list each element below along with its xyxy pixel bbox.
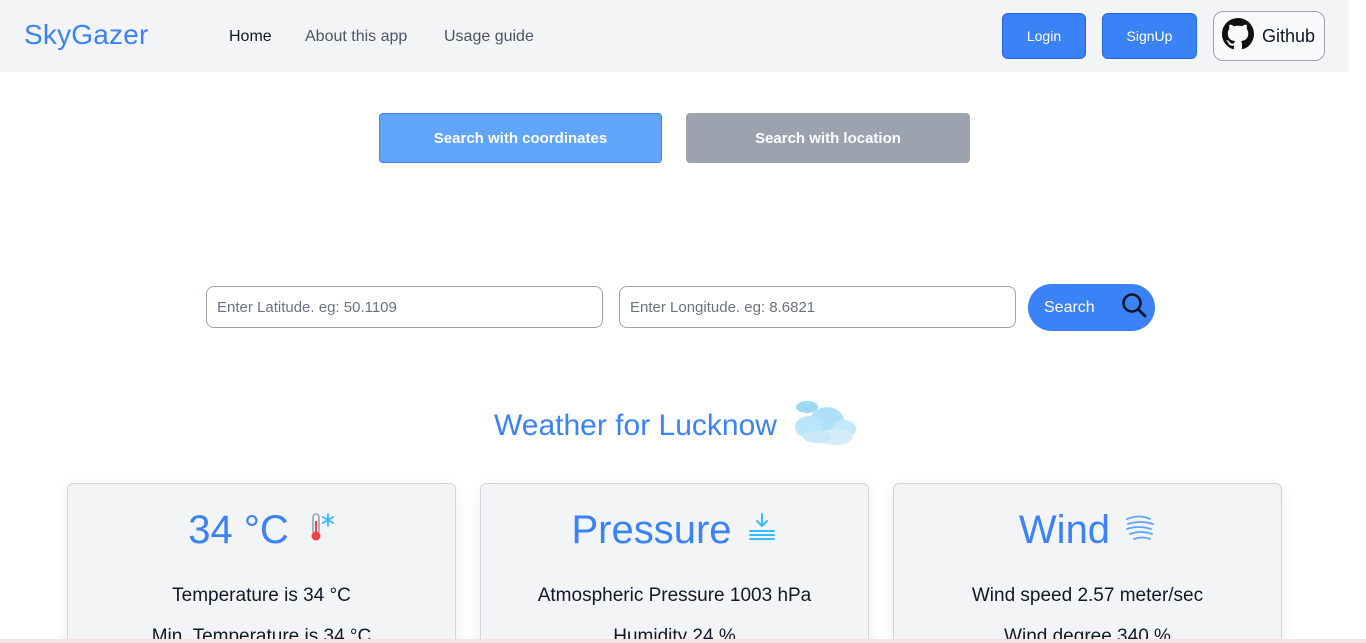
thermometer-snowflake-icon — [303, 508, 335, 553]
latitude-input[interactable] — [206, 286, 603, 328]
temperature-card-title: 34 °C — [188, 508, 289, 552]
temperature-card: 34 °C Temperature is 34 °C Min. Temperat… — [67, 483, 456, 643]
signup-button[interactable]: SignUp — [1102, 13, 1197, 59]
cloud-icon — [791, 395, 859, 457]
wind-speed-line: Wind speed 2.57 meter/sec — [971, 585, 1204, 606]
nav-about-link[interactable]: About this app — [305, 28, 407, 46]
weather-heading: Weather for Lucknow — [494, 395, 859, 457]
nav-usage-guide-link[interactable]: Usage guide — [444, 28, 534, 46]
longitude-input[interactable] — [619, 286, 1016, 328]
brand-logo[interactable]: SkyGazer — [24, 19, 149, 51]
nav-home-link[interactable]: Home — [229, 28, 272, 46]
bottom-strip — [0, 639, 1366, 643]
search-button-label: Search — [1044, 298, 1095, 316]
search-with-location-button[interactable]: Search with location — [686, 113, 970, 163]
atmospheric-pressure-line: Atmospheric Pressure 1003 hPa — [537, 585, 812, 606]
wind-card: Wind Wind speed 2.57 meter/sec Wind degr… — [893, 483, 1282, 643]
navbar: SkyGazer Home About this app Usage guide… — [0, 0, 1349, 72]
github-icon — [1222, 17, 1254, 55]
weather-heading-text: Weather for Lucknow — [494, 409, 777, 442]
search-with-coordinates-button[interactable]: Search with coordinates — [379, 113, 662, 163]
search-button[interactable]: Search — [1028, 284, 1155, 331]
github-button[interactable]: Github — [1213, 11, 1325, 61]
pressure-gauge-icon — [746, 508, 778, 553]
wind-icon — [1124, 508, 1156, 553]
github-label: Github — [1262, 25, 1316, 46]
wind-card-title: Wind — [1018, 508, 1111, 552]
pressure-card: Pressure Atmospheric Pressure 1003 hPa H… — [480, 483, 869, 643]
login-button[interactable]: Login — [1002, 13, 1086, 59]
temperature-line: Temperature is 34 °C — [172, 585, 351, 606]
search-icon — [1121, 292, 1147, 323]
pressure-card-title: Pressure — [571, 508, 732, 552]
